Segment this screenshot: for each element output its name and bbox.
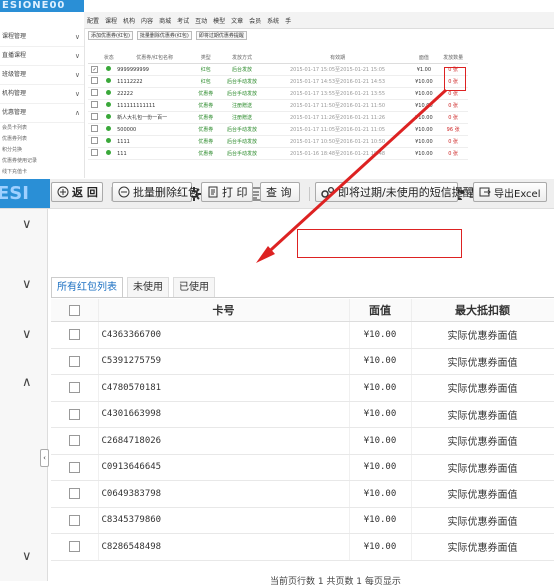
callout-arrow [256, 88, 448, 263]
